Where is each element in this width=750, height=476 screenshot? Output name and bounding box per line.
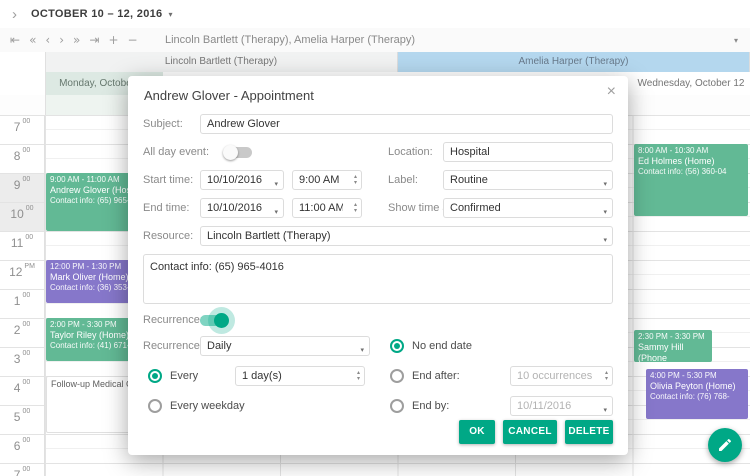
spinner-arrows-icon[interactable]: ▴▾ [354,202,357,214]
resource-header-row: Lincoln Bartlett (Therapy) Amelia Harper… [0,52,750,73]
header-bar: › OCTOBER 10 – 12, 2016 ▾ [0,0,750,29]
resource-select[interactable]: Lincoln Bartlett (Therapy) ▾ [200,226,613,246]
ok-button[interactable]: OK [459,420,495,444]
spinner-arrows-icon[interactable]: ▴▾ [354,174,357,186]
end-date-select[interactable]: 10/10/2016 ▾ [200,198,284,218]
chevron-down-icon[interactable]: ▾ [274,176,278,194]
date-range-title[interactable]: OCTOBER 10 – 12, 2016 [31,8,162,20]
start-time-spinner[interactable]: 9:00 AM ▴▾ [292,170,362,190]
appointment-dialog: Andrew Glover - Appointment × Subject: A… [128,76,628,455]
edit-pencil-icon [717,437,733,453]
expand-chevron-icon[interactable]: › [12,7,17,22]
fast-forward-icon[interactable]: » [73,34,80,46]
scheduler-toolbar: ⇤ « ‹ › » ⇥ +− Lincoln Bartlett (Therapy), Ame… [0,28,750,53]
notes-textarea[interactable]: Contact info: (65) 965-4016 [143,254,613,304]
toggle-knob [223,145,238,160]
chevron-down-icon[interactable]: ▾ [274,204,278,222]
toolbar-nav-icons: ⇤ « ‹ › » ⇥ +− [10,28,138,52]
spinner-arrows-icon[interactable]: ▴▾ [357,370,360,382]
date-range-caret-icon[interactable]: ▾ [168,10,172,19]
calendar-event[interactable]: 8:00 AM - 10:30 AMEd Holmes (Home)Contac… [634,144,748,216]
every-label: Every [170,370,198,382]
end-time-spinner[interactable]: 11:00 AM ▴▾ [292,198,362,218]
end-after-label: End after: [412,370,460,382]
resource-label: Resource: [143,230,193,242]
chevron-down-icon[interactable]: ▾ [603,204,607,222]
resources-summary: Lincoln Bartlett (Therapy), Amelia Harpe… [165,34,415,46]
chevron-down-icon[interactable]: ▾ [360,342,364,360]
start-time-label: Start time: [143,174,193,186]
all-day-label: All day event: [143,146,209,158]
zoom-out-icon[interactable]: − [128,34,138,46]
time-ruler-lines [0,115,45,476]
skip-to-end-icon[interactable]: ⇥ [89,34,99,46]
step-backward-icon[interactable]: ‹ [45,34,50,46]
end-time-label: End time: [143,202,189,214]
delete-button[interactable]: DELETE [565,420,613,444]
every-interval-spinner[interactable]: 1 day(s) ▴▾ [235,366,365,386]
every-radio[interactable] [148,369,162,383]
show-time-as-select[interactable]: Confirmed ▾ [443,198,613,218]
label-label: Label: [388,174,418,186]
location-label: Location: [388,146,433,158]
end-after-occurrences-spinner[interactable]: 10 occurrences ▴▾ [510,366,613,386]
resources-dropdown-caret-icon[interactable]: ▾ [734,36,738,45]
end-by-label: End by: [412,400,449,412]
every-weekday-radio[interactable] [148,399,162,413]
cancel-button[interactable]: CANCEL [503,420,557,444]
step-forward-icon[interactable]: › [59,34,64,46]
recurrence-toggle-label: Recurrence: [143,314,203,326]
chevron-down-icon[interactable]: ▾ [603,402,607,420]
no-end-date-label: No end date [412,340,472,352]
chevron-down-icon[interactable]: ▾ [603,232,607,250]
toggle-knob [214,313,229,328]
all-day-toggle[interactable] [225,147,252,158]
start-date-select[interactable]: 10/10/2016 ▾ [200,170,284,190]
end-by-radio[interactable] [390,399,404,413]
end-after-radio[interactable] [390,369,404,383]
subject-label: Subject: [143,118,183,130]
dialog-title: Andrew Glover - Appointment [144,88,314,103]
resource-header-lincoln[interactable]: Lincoln Bartlett (Therapy) [45,52,398,72]
resource-header-amelia[interactable]: Amelia Harper (Therapy) [398,52,750,72]
every-weekday-label: Every weekday [170,400,245,412]
end-by-date-select[interactable]: 10/11/2016 ▾ [510,396,613,416]
chevron-down-icon[interactable]: ▾ [603,176,607,194]
subject-input[interactable] [200,114,613,134]
day-header-wednesday[interactable]: Wednesday, October 12 [632,72,750,95]
location-input[interactable] [443,142,613,162]
no-end-date-radio[interactable] [390,339,404,353]
scheduler-app: › OCTOBER 10 – 12, 2016 ▾ ⇤ « ‹ › » ⇥ +− Linco… [0,0,750,476]
new-appointment-fab[interactable] [708,428,742,462]
calendar-event[interactable]: 4:00 PM - 5:30 PMOlivia Peyton (Home)Con… [646,369,748,419]
calendar-event[interactable]: 2:30 PM - 3:30 PMSammy Hill (Phone Consu… [634,330,712,362]
close-icon[interactable]: × [607,84,616,100]
skip-to-start-icon[interactable]: ⇤ [10,34,20,46]
label-select[interactable]: Routine ▾ [443,170,613,190]
fast-backward-icon[interactable]: « [29,34,36,46]
spinner-arrows-icon[interactable]: ▴▾ [605,370,608,382]
recurrence-toggle[interactable] [200,315,227,326]
recurrence-pattern-label: Recurrence: [143,340,203,352]
recurrence-pattern-select[interactable]: Daily ▾ [200,336,370,356]
zoom-in-icon[interactable]: + [108,34,118,46]
